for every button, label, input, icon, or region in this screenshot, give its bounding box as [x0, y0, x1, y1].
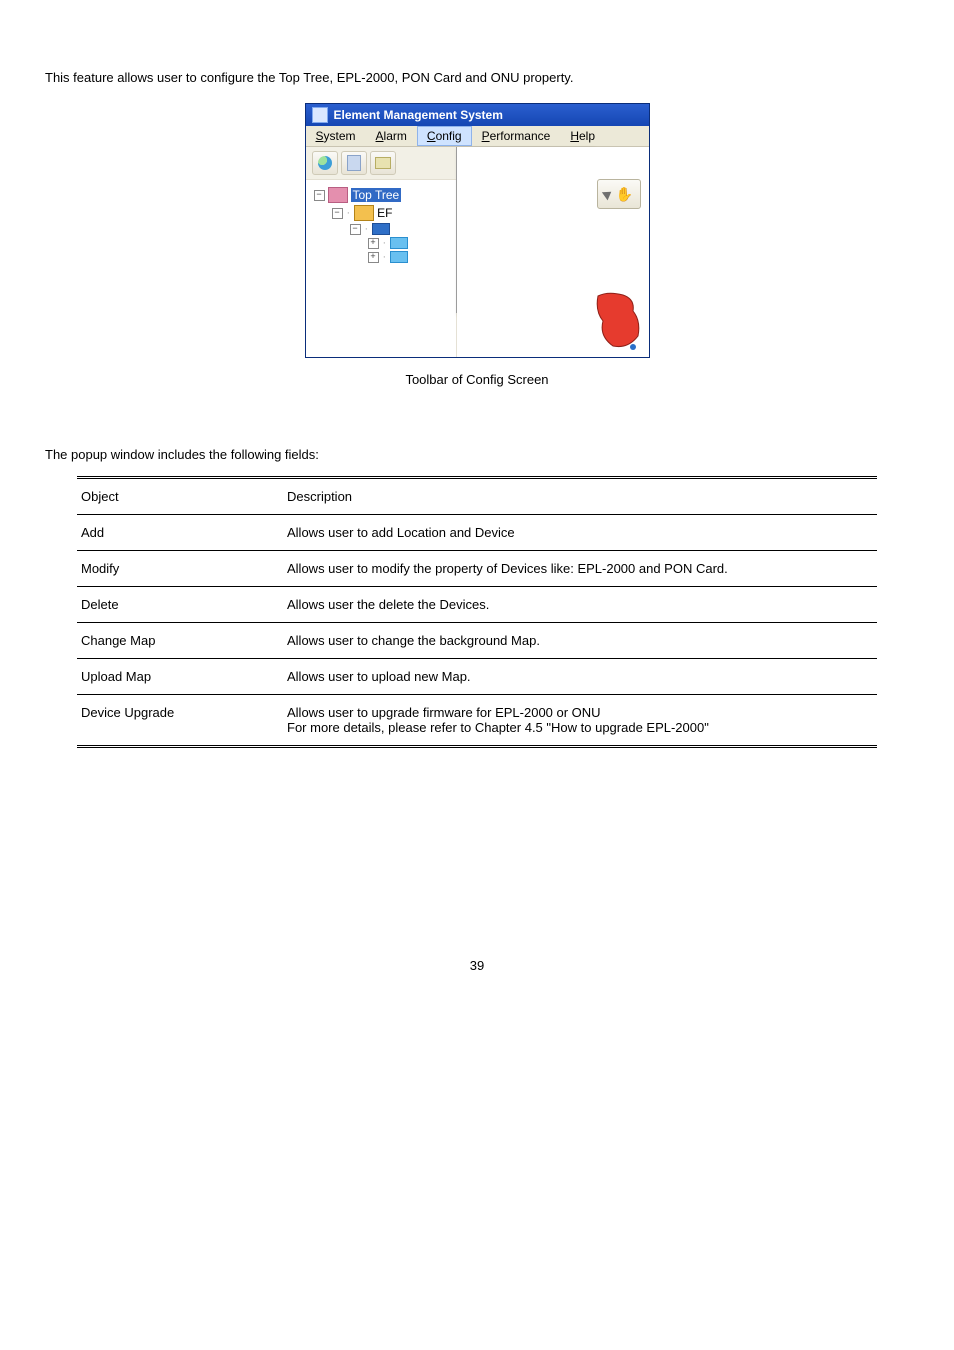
menu-system[interactable]: System — [306, 126, 366, 146]
card-icon — [375, 157, 391, 169]
device-icon — [390, 237, 408, 249]
screenshot-caption: Toolbar of Config Screen — [45, 372, 909, 387]
map-pane: ✋ — [457, 147, 649, 357]
intro-text: This feature allows user to configure th… — [45, 70, 909, 85]
tree-node-sub2[interactable]: + · — [314, 236, 452, 250]
table-header-row: Object Description — [77, 478, 877, 515]
col-header-description: Description — [277, 478, 877, 515]
app-window: Element Management System System Alarm C… — [305, 103, 650, 358]
row-desc: Allows user to modify the property of De… — [277, 551, 877, 587]
row-label: Change Map — [77, 623, 277, 659]
row-desc: Allows user the delete the Devices. — [277, 587, 877, 623]
arrow-cursor-icon — [602, 188, 614, 201]
menu-performance[interactable]: Performance — [472, 126, 561, 146]
page-number: 39 — [45, 958, 909, 973]
col-header-object: Object — [77, 478, 277, 515]
left-panel: − Top Tree − · EF − · — [306, 147, 457, 357]
fields-table: Object Description Add Allows user to ad… — [77, 476, 877, 748]
row-desc: Allows user to upload new Map. — [277, 659, 877, 695]
row-label: Device Upgrade — [77, 695, 277, 747]
collapse-icon[interactable]: − — [332, 208, 343, 219]
server-icon — [347, 155, 361, 171]
row-label: Delete — [77, 587, 277, 623]
row-label: Add — [77, 515, 277, 551]
tree-connector: · — [347, 207, 351, 219]
window-title: Element Management System — [334, 108, 503, 122]
stack-icon — [354, 205, 374, 221]
tree-node-sub3[interactable]: + · — [314, 250, 452, 264]
menu-config[interactable]: Config — [417, 126, 472, 146]
cursor-toggle[interactable]: ✋ — [597, 179, 641, 209]
toolbar-card-button[interactable] — [370, 151, 396, 175]
screenshot: Element Management System System Alarm C… — [305, 103, 650, 358]
row-desc: Allows user to upgrade firmware for EPL-… — [277, 695, 877, 747]
expand-icon[interactable]: + — [368, 238, 379, 249]
table-intro-text: The popup window includes the following … — [45, 447, 909, 462]
hand-cursor-icon: ✋ — [616, 186, 633, 203]
row-label: Modify — [77, 551, 277, 587]
window-icon — [312, 107, 328, 123]
tree-root-icon — [328, 187, 348, 203]
tree-view: − Top Tree − · EF − · — [306, 180, 456, 270]
table-row: Upload Map Allows user to upload new Map… — [77, 659, 877, 695]
tree-node-label: EF — [377, 206, 392, 220]
globe-icon — [318, 156, 332, 170]
toolbar — [306, 147, 456, 180]
collapse-icon[interactable]: − — [350, 224, 361, 235]
row-label: Upload Map — [77, 659, 277, 695]
window-titlebar: Element Management System — [306, 104, 649, 126]
device-icon — [390, 251, 408, 263]
tree-node-ef[interactable]: − · EF — [314, 204, 452, 222]
table-row: Add Allows user to add Location and Devi… — [77, 515, 877, 551]
row-desc: Allows user to change the background Map… — [277, 623, 877, 659]
tree-node-sub1[interactable]: − · — [314, 222, 452, 236]
table-row: Change Map Allows user to change the bac… — [77, 623, 877, 659]
tree-root-label: Top Tree — [351, 188, 402, 202]
device-icon — [372, 223, 390, 235]
tree-root[interactable]: − Top Tree — [314, 186, 452, 204]
table-row: Delete Allows user the delete the Device… — [77, 587, 877, 623]
collapse-icon[interactable]: − — [314, 190, 325, 201]
row-desc: Allows user to add Location and Device — [277, 515, 877, 551]
expand-icon[interactable]: + — [368, 252, 379, 263]
table-row: Device Upgrade Allows user to upgrade fi… — [77, 695, 877, 747]
map-icon — [593, 291, 643, 351]
toolbar-globe-button[interactable] — [312, 151, 338, 175]
table-row: Modify Allows user to modify the propert… — [77, 551, 877, 587]
menu-bar: System Alarm Config Performance Help — [306, 126, 649, 147]
menu-help[interactable]: Help — [560, 126, 605, 146]
menu-alarm[interactable]: Alarm — [366, 126, 417, 146]
toolbar-server-button[interactable] — [341, 151, 367, 175]
